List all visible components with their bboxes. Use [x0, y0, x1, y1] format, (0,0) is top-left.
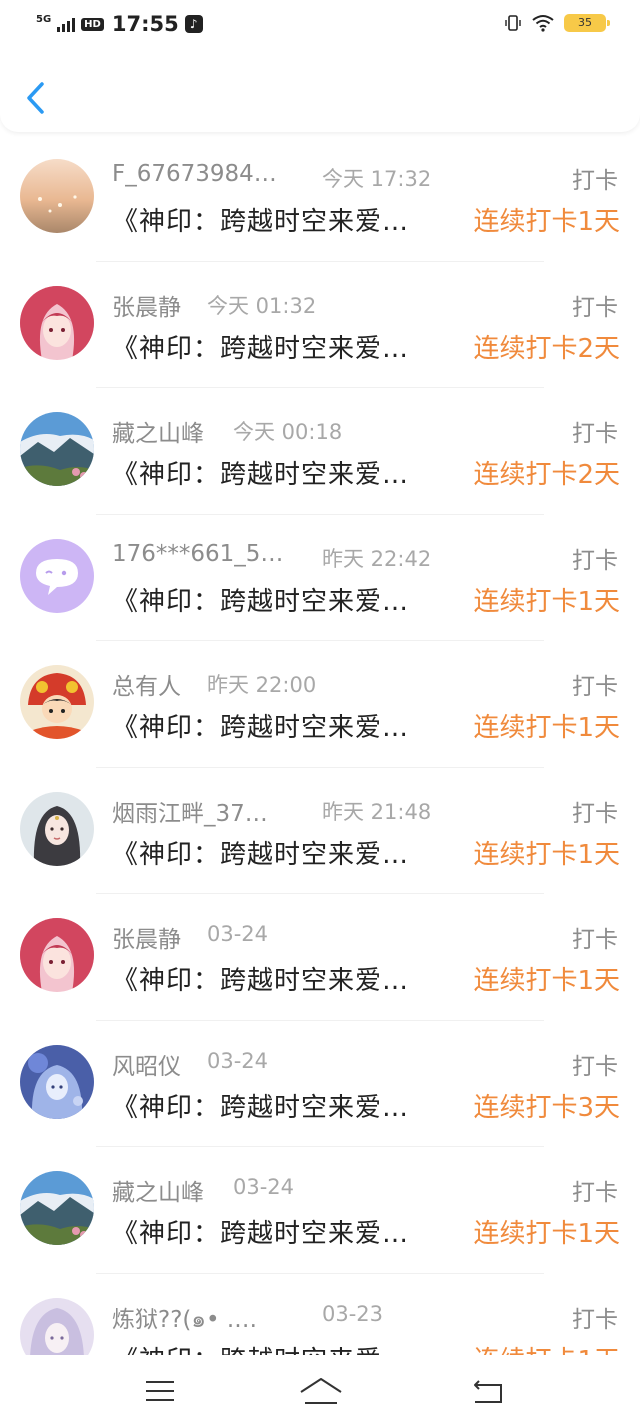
vibrate-icon — [505, 15, 521, 31]
avatar[interactable] — [20, 665, 94, 739]
book-title[interactable]: 《神印：跨越时空来爱… — [112, 834, 409, 871]
home-icon — [300, 1378, 342, 1404]
checkin-time: 03-24 — [207, 1048, 269, 1073]
streak-badge: 连续打卡1天 — [473, 586, 620, 617]
hd-badge: HD — [81, 17, 104, 31]
book-title[interactable]: 《神印：跨越时空来爱… — [112, 1213, 409, 1250]
avatar[interactable] — [20, 159, 94, 233]
streak-badge: 连续打卡1天 — [473, 1340, 620, 1356]
menu-icon — [146, 1381, 174, 1401]
avatar[interactable] — [20, 918, 94, 992]
battery-icon: 35 — [564, 14, 610, 32]
list-item[interactable]: 176***661_5… 昨天 22:42 打卡《神印：跨越时空来爱… 连续打卡1天 — [0, 515, 640, 641]
checkin-time: 今天 00:18 — [233, 420, 343, 444]
streak-badge: 连续打卡1天 — [473, 966, 620, 996]
user-name[interactable]: 张晨静 — [112, 288, 181, 322]
chevron-left-icon — [27, 82, 44, 114]
avatar[interactable] — [20, 1044, 94, 1119]
book-title[interactable]: 《神印：跨越时空来爱… — [112, 454, 409, 491]
activity-type: 打卡 — [572, 674, 618, 700]
activity-type: 打卡 — [572, 421, 618, 447]
checkin-time: 03-24 — [207, 922, 269, 946]
status-bar: 5G HD 17:55 ♪ 35 — [0, 0, 640, 50]
list-item[interactable]: F_67673984… 今天 17:32 打卡《神印：跨越时空来爱… 连续打卡1天 — [0, 135, 640, 262]
checkin-time: 昨天 22:00 — [207, 673, 317, 697]
streak-badge: 连续打卡1天 — [473, 207, 620, 237]
user-name[interactable]: 藏之山峰 — [112, 1173, 204, 1207]
book-title[interactable]: 《神印：跨越时空来爱… — [112, 707, 409, 744]
streak-badge: 连续打卡2天 — [473, 460, 620, 490]
signal-icon — [57, 16, 76, 32]
book-title[interactable]: 《神印：跨越时空来爱… — [112, 328, 409, 365]
tiktok-icon: ♪ — [184, 15, 203, 33]
checkin-time: 今天 01:32 — [207, 293, 317, 318]
list-item[interactable]: 风昭仪 03-24 打卡《神印：跨越时空来爱… 连续打卡3天 — [0, 1021, 640, 1147]
back-icon — [474, 1380, 502, 1403]
avatar[interactable] — [20, 285, 94, 360]
user-name[interactable]: F_67673984… — [112, 161, 277, 187]
checkin-list: F_67673984… 今天 17:32 打卡 《神印：跨越时空来爱… 连续打卡1天 张晨… — [0, 135, 640, 1355]
activity-type: 打卡 — [572, 800, 618, 827]
checkin-time: 03-23 — [322, 1301, 384, 1326]
streak-badge: 连续打卡1天 — [473, 1219, 620, 1249]
book-title[interactable]: 《神印：跨越时空来爱… — [112, 1087, 409, 1124]
network-type: 5G — [36, 13, 52, 25]
list-item[interactable]: 藏之山峰 03-24 打卡《神印：跨越时空来爱… 连续打卡1天 — [0, 1147, 640, 1274]
user-name[interactable]: 总有人 — [112, 667, 181, 701]
list-item[interactable]: 烟雨江畔_37… 昨天 21:48 打卡《神印：跨越时空来爱… 连续打卡1天 — [0, 768, 640, 894]
back-button[interactable] — [18, 78, 52, 118]
activity-type: 打卡 — [572, 927, 618, 953]
activity-type: 打卡 — [572, 1180, 618, 1206]
home-button[interactable] — [298, 1373, 344, 1409]
checkin-time: 昨天 22:42 — [322, 546, 432, 571]
user-name[interactable]: 风昭仪 — [112, 1047, 181, 1081]
activity-type: 打卡 — [572, 294, 618, 321]
streak-badge: 连续打卡1天 — [473, 713, 620, 743]
activity-type: 打卡 — [572, 1306, 618, 1333]
list-item[interactable]: 张晨静 今天 01:32 打卡《神印：跨越时空来爱… 连续打卡2天 — [0, 262, 640, 388]
user-name[interactable]: 176***661_5… — [112, 541, 283, 567]
avatar[interactable] — [20, 1171, 94, 1245]
status-time: 17:55 — [111, 12, 179, 36]
list-item[interactable]: 藏之山峰 今天 00:18 打卡《神印：跨越时空来爱… 连续打卡2天 — [0, 388, 640, 515]
checkin-time: 今天 17:32 — [322, 167, 432, 191]
activity-type: 打卡 — [572, 1053, 618, 1080]
book-title[interactable]: 《神印：跨越时空来爱… — [112, 960, 409, 997]
avatar[interactable] — [20, 538, 94, 613]
streak-badge: 连续打卡1天 — [473, 839, 620, 870]
book-title[interactable]: 《神印：跨越时空来爱… — [112, 201, 409, 238]
list-item[interactable]: 炼狱??(๑• .… 03-23 打卡《神印：跨越时空来爱… 连续打卡1天 — [0, 1274, 640, 1356]
back-nav-button[interactable] — [468, 1373, 508, 1409]
streak-badge: 连续打卡2天 — [473, 333, 620, 364]
user-name[interactable]: 炼狱??(๑• .… — [112, 1300, 257, 1338]
checkin-time: 昨天 21:48 — [322, 799, 432, 824]
book-title[interactable]: 《神印：跨越时空来爱… — [112, 1340, 409, 1356]
activity-type: 打卡 — [572, 168, 618, 194]
wifi-icon — [532, 15, 554, 32]
avatar[interactable] — [20, 412, 94, 486]
book-title[interactable]: 《神印：跨越时空来爱… — [112, 581, 409, 618]
avatar[interactable] — [20, 791, 94, 866]
user-name[interactable]: 藏之山峰 — [112, 414, 204, 448]
list-item[interactable]: 张晨静 03-24 打卡《神印：跨越时空来爱… 连续打卡1天 — [0, 894, 640, 1021]
list-item[interactable]: 总有人 昨天 22:00 打卡《神印：跨越时空来爱… 连续打卡1天 — [0, 641, 640, 768]
streak-badge: 连续打卡3天 — [473, 1092, 620, 1123]
user-name[interactable]: 烟雨江畔_37… — [112, 794, 268, 828]
avatar[interactable] — [20, 1297, 94, 1355]
battery-level: 35 — [578, 16, 592, 29]
user-name[interactable]: 张晨静 — [112, 920, 181, 954]
checkin-time: 03-24 — [233, 1175, 295, 1199]
activity-type: 打卡 — [572, 547, 618, 574]
menu-button[interactable] — [140, 1373, 180, 1409]
system-nav-bar — [0, 1355, 640, 1428]
